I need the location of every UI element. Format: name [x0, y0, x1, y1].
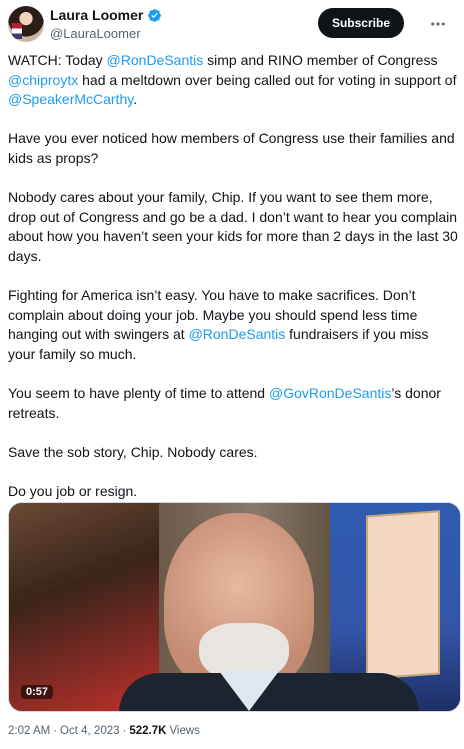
tweet-text: WATCH: Today @RonDeSantis simp and RINO … — [8, 51, 458, 521]
video-poster-shape — [366, 510, 440, 680]
text-segment: . — [133, 91, 138, 108]
meta-separator: · — [122, 725, 127, 737]
views-label: Views — [169, 725, 200, 737]
tweet-header: Laura Loomer @LauraLoomer Subscribe — [8, 6, 456, 42]
mention-link[interactable]: @RonDeSantis — [107, 52, 204, 68]
author-info: Laura Loomer @LauraLoomer — [50, 7, 162, 41]
tweet-paragraph: Nobody cares about your family, Chip. If… — [8, 189, 458, 264]
video-duration: 0:57 — [21, 685, 54, 699]
mention-link[interactable]: @RonDeSantis — [189, 326, 286, 342]
mention-link[interactable]: @GovRonDeSantis — [269, 385, 391, 401]
text-segment: had a meltdown over being called out for… — [78, 71, 457, 88]
tweet-meta: 2:02 AM · Oct 4, 2023 · 522.7K Views — [8, 725, 200, 737]
tweet-paragraph: Fighting for America isn’t easy. You hav… — [8, 286, 458, 364]
views-count: 522.7K — [129, 725, 167, 737]
text-segment: WATCH: Today — [8, 52, 107, 68]
mention-link[interactable]: @SpeakerMcCarthy — [8, 91, 133, 107]
subscribe-button[interactable]: Subscribe — [317, 8, 404, 38]
tweet-paragraph: You seem to have plenty of time to atten… — [8, 384, 458, 423]
meta-separator: · — [53, 725, 58, 737]
avatar[interactable] — [8, 6, 44, 42]
mention-link[interactable]: @chiproytx — [8, 72, 78, 88]
tweet-date[interactable]: Oct 4, 2023 — [60, 725, 119, 737]
video-player[interactable]: 0:57 — [8, 502, 461, 712]
flag-icon — [12, 23, 22, 39]
tweet-paragraph: WATCH: Today @RonDeSantis simp and RINO … — [8, 51, 458, 110]
verified-badge-icon[interactable] — [147, 8, 162, 23]
tweet-paragraph: Save the sob story, Chip. Nobody cares. — [8, 443, 258, 460]
tweet-paragraph: Do you job or resign. — [8, 483, 138, 500]
text-segment: You seem to have plenty of time to atten… — [8, 385, 269, 402]
tweet-time[interactable]: 2:02 AM — [8, 725, 50, 737]
text-segment: simp and RINO member of Congress — [203, 52, 438, 68]
handle[interactable]: @LauraLoomer — [50, 26, 162, 41]
more-options-icon[interactable] — [426, 12, 450, 36]
display-name[interactable]: Laura Loomer — [50, 7, 143, 23]
tweet-paragraph: Have you ever noticed how members of Con… — [8, 130, 455, 166]
